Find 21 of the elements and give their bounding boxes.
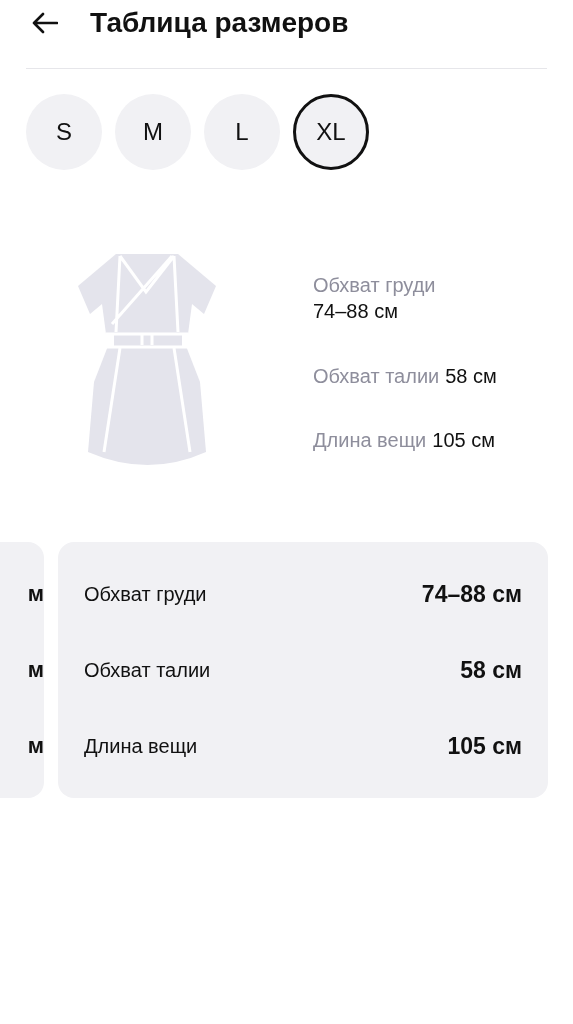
page-title: Таблица размеров bbox=[90, 6, 349, 40]
measure-value: 105 см bbox=[432, 428, 495, 453]
measure-value: м bbox=[27, 732, 44, 760]
row-label: Обхват талии bbox=[84, 658, 211, 683]
size-option[interactable]: M bbox=[115, 94, 191, 170]
row-value: 105 см bbox=[447, 731, 522, 761]
measure-value: м bbox=[27, 580, 44, 608]
measure-value: 58 см bbox=[445, 364, 497, 389]
back-arrow-icon[interactable] bbox=[32, 12, 58, 34]
row-value: 74–88 см bbox=[421, 579, 522, 609]
row-value: 58 см bbox=[460, 655, 522, 685]
size-option[interactable]: XL bbox=[293, 94, 369, 170]
measure-value: м bbox=[27, 656, 44, 684]
measure-label: Длина вещи bbox=[313, 428, 427, 453]
row-label: Длина вещи bbox=[84, 734, 198, 759]
size-option[interactable]: L bbox=[204, 94, 280, 170]
size-option[interactable]: S bbox=[26, 94, 102, 170]
measure-value: 74–88 см bbox=[313, 299, 399, 324]
row-label: Обхват груди bbox=[84, 582, 207, 607]
measure-label: Обхват талии bbox=[313, 364, 440, 389]
measure-label: Обхват груди bbox=[313, 273, 437, 298]
